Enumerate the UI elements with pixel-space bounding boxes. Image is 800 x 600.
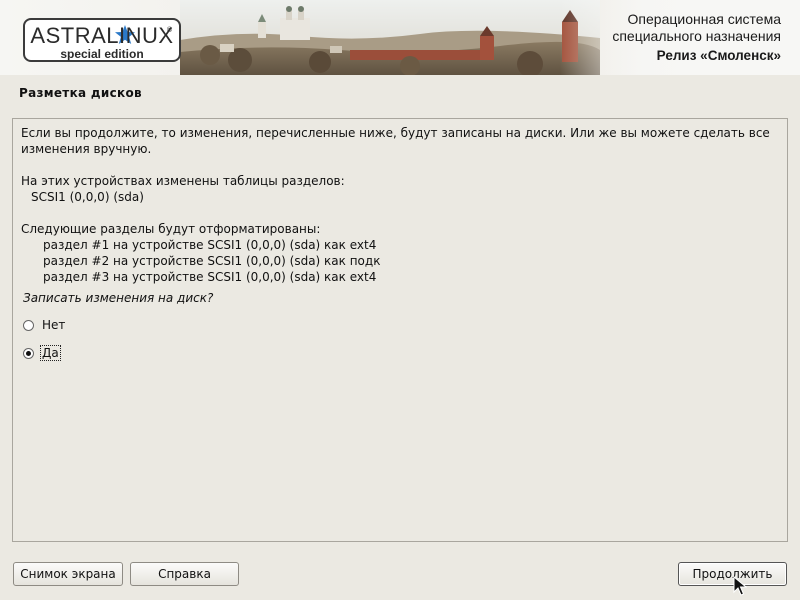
partition-item: раздел #1 на устройстве SCSI1 (0,0,0) (s…	[43, 238, 377, 252]
radio-no[interactable]	[23, 319, 34, 331]
os-description: Операционная система специального назнач…	[612, 11, 781, 63]
format-header: Следующие разделы будут отформатированы:	[21, 222, 321, 236]
write-changes-question: Записать изменения на диск?	[23, 291, 214, 305]
screenshot-button[interactable]: Снимок экрана	[13, 562, 123, 586]
release-name: Релиз «Смоленск»	[656, 48, 781, 63]
option-no[interactable]: Нет	[23, 316, 66, 334]
option-yes-label[interactable]: Да	[40, 345, 61, 361]
astralinux-logo: ASTRALINUX ® special edition	[23, 18, 181, 62]
os-line-1: Операционная система	[627, 11, 781, 27]
page-title: Разметка дисков	[19, 86, 142, 100]
header-banner: ASTRALINUX ® special edition Операционна…	[0, 0, 800, 75]
option-no-label[interactable]: Нет	[41, 318, 66, 332]
intro-text-line-1: Если вы продолжите, то изменения, перечи…	[21, 126, 770, 140]
os-line-2: специального назначения	[612, 28, 781, 44]
mouse-pointer-icon	[733, 576, 747, 596]
registered-mark: ®	[166, 26, 173, 34]
radio-yes[interactable]	[23, 347, 34, 359]
partition-item: раздел #3 на устройстве SCSI1 (0,0,0) (s…	[43, 270, 377, 284]
tables-device: SCSI1 (0,0,0) (sda)	[31, 190, 144, 204]
logo-text: ASTRALINUX	[30, 23, 174, 48]
option-yes[interactable]: Да	[23, 344, 61, 362]
partition-item: раздел #2 на устройстве SCSI1 (0,0,0) (s…	[43, 254, 381, 268]
logo-subtitle: special edition	[60, 47, 144, 61]
content-panel: Если вы продолжите, то изменения, перечи…	[12, 118, 788, 542]
tables-header: На этих устройствах изменены таблицы раз…	[21, 174, 345, 188]
help-button[interactable]: Справка	[130, 562, 239, 586]
smolensk-panorama-image	[180, 0, 600, 75]
intro-text-line-2: изменения вручную.	[21, 142, 152, 156]
